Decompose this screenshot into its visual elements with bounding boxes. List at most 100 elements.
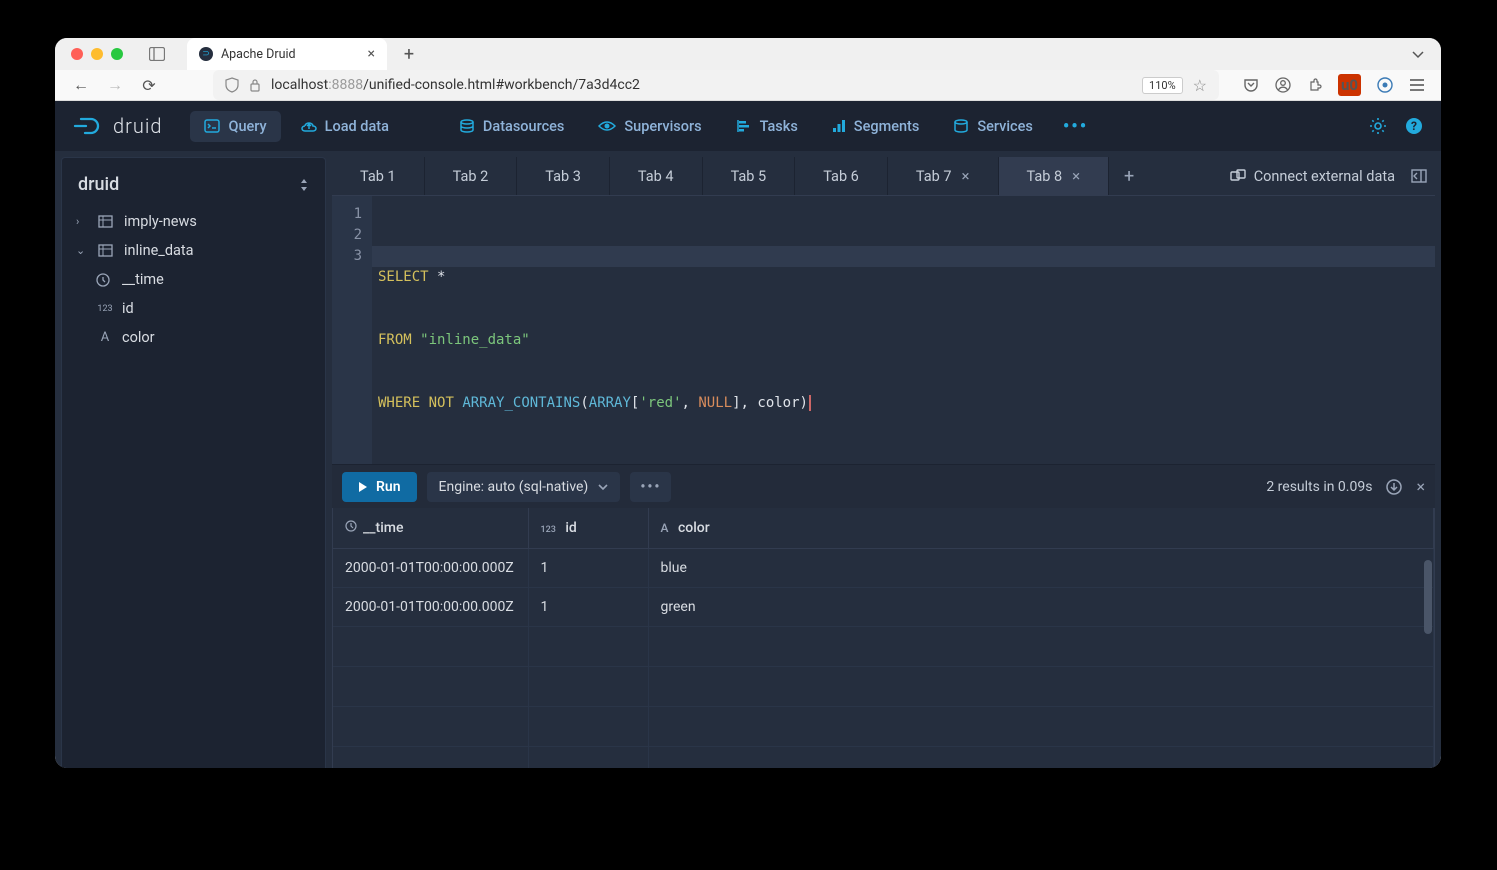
tree-column-id[interactable]: 123 id bbox=[62, 294, 325, 323]
close-tab-icon[interactable]: × bbox=[1072, 167, 1080, 185]
tabs-dropdown-icon[interactable] bbox=[1411, 49, 1425, 59]
empty-row bbox=[333, 627, 1434, 667]
engine-select[interactable]: Engine: auto (sql-native) bbox=[427, 472, 621, 502]
sql-editor[interactable]: 1 2 3 SELECT * FROM "inline_data" WHERE … bbox=[332, 195, 1435, 464]
zoom-badge[interactable]: 110% bbox=[1142, 77, 1183, 94]
table-row[interactable]: 2000-01-01T00:00:00.000Z 1 blue bbox=[333, 549, 1434, 588]
empty-row bbox=[333, 707, 1434, 747]
extensions-icon[interactable] bbox=[1307, 78, 1322, 93]
nav-tasks[interactable]: Tasks bbox=[722, 111, 812, 142]
clock-icon bbox=[345, 521, 357, 535]
tab-label: Tab 6 bbox=[823, 168, 859, 185]
text-cursor bbox=[809, 395, 811, 411]
tree-label: color bbox=[122, 329, 155, 346]
menu-icon[interactable] bbox=[1409, 78, 1425, 92]
token: , bbox=[682, 395, 699, 411]
code-area[interactable]: SELECT * FROM "inline_data" WHERE NOT AR… bbox=[372, 196, 1435, 464]
query-tab-5[interactable]: Tab 5 bbox=[703, 157, 796, 195]
query-tab-6[interactable]: Tab 6 bbox=[795, 157, 888, 195]
browser-toolbar-right: u0 bbox=[1243, 74, 1425, 96]
settings-icon[interactable] bbox=[1369, 117, 1387, 135]
panel-toggle-icon[interactable] bbox=[1411, 169, 1427, 183]
tab-label: Tab 5 bbox=[731, 168, 767, 185]
query-tab-4[interactable]: Tab 4 bbox=[610, 157, 703, 195]
close-tab-button[interactable]: × bbox=[368, 46, 375, 62]
more-actions-button[interactable]: ••• bbox=[630, 472, 671, 502]
nav-more-button[interactable]: ••• bbox=[1053, 116, 1098, 137]
pocket-icon[interactable] bbox=[1243, 78, 1259, 93]
address-bar[interactable]: localhost:8888/unified-console.html#work… bbox=[213, 70, 1219, 100]
query-tab-3[interactable]: Tab 3 bbox=[517, 157, 610, 195]
logo[interactable]: druid bbox=[73, 114, 162, 138]
bookmark-icon[interactable]: ☆ bbox=[1193, 76, 1207, 95]
column-header-color[interactable]: A color bbox=[648, 508, 1434, 549]
token: , color bbox=[741, 395, 800, 411]
minimize-window-button[interactable] bbox=[91, 48, 103, 60]
svg-text:?: ? bbox=[1411, 119, 1417, 133]
query-tab-1[interactable]: Tab 1 bbox=[332, 157, 425, 195]
link-icon bbox=[1230, 169, 1246, 183]
close-tab-icon[interactable]: × bbox=[961, 167, 969, 185]
query-tab-bar: Tab 1 Tab 2 Tab 3 Tab 4 Tab 5 Tab 6 Tab … bbox=[332, 157, 1435, 195]
nav-datasources[interactable]: Datasources bbox=[445, 111, 578, 142]
nav-services[interactable]: Services bbox=[939, 111, 1047, 142]
shield-icon bbox=[225, 77, 239, 93]
number-type-icon: 123 bbox=[96, 304, 114, 314]
sort-icon[interactable] bbox=[299, 178, 309, 192]
reload-button[interactable]: ⟳ bbox=[139, 76, 159, 95]
extension-icon[interactable] bbox=[1377, 77, 1393, 93]
keyword: SELECT bbox=[378, 269, 429, 285]
nav-query[interactable]: Query bbox=[190, 111, 280, 142]
cell-color: blue bbox=[648, 549, 1434, 588]
query-tab-7[interactable]: Tab 7× bbox=[888, 157, 999, 195]
account-icon[interactable] bbox=[1275, 77, 1291, 93]
tree-column-time[interactable]: __time bbox=[62, 265, 325, 294]
query-tab-8[interactable]: Tab 8× bbox=[999, 157, 1110, 195]
table-row[interactable]: 2000-01-01T00:00:00.000Z 1 green bbox=[333, 588, 1434, 627]
results-panel: __time 123 id A color 2000-01-01T00:00:0… bbox=[332, 508, 1435, 768]
browser-window: ⊃ Apache Druid × + ← → ⟳ localhost:8888/… bbox=[55, 38, 1441, 768]
tree-column-color[interactable]: A color bbox=[62, 323, 325, 352]
chevron-down-icon bbox=[598, 483, 608, 491]
lock-icon bbox=[249, 78, 261, 92]
ublock-icon[interactable]: u0 bbox=[1338, 74, 1361, 96]
tree-item-inline-data[interactable]: ⌄ inline_data bbox=[62, 236, 325, 265]
null-token: NULL bbox=[698, 395, 732, 411]
help-icon[interactable]: ? bbox=[1405, 117, 1423, 135]
browser-tab-active[interactable]: ⊃ Apache Druid × bbox=[187, 38, 387, 70]
scrollbar-thumb[interactable] bbox=[1424, 560, 1432, 634]
segments-icon bbox=[832, 119, 846, 133]
results-status: 2 results in 0.09s bbox=[1266, 479, 1372, 495]
column-header-time[interactable]: __time bbox=[333, 508, 528, 549]
add-query-tab-button[interactable]: + bbox=[1109, 157, 1149, 195]
maximize-window-button[interactable] bbox=[111, 48, 123, 60]
tree-item-imply-news[interactable]: › imply-news bbox=[62, 207, 325, 236]
tab-label: Tab 1 bbox=[360, 168, 396, 185]
logo-text: druid bbox=[113, 114, 162, 138]
datasource-icon bbox=[98, 215, 116, 228]
column-name: id bbox=[565, 520, 576, 536]
download-icon[interactable] bbox=[1386, 479, 1402, 495]
keyword: WHERE bbox=[378, 395, 420, 411]
empty-row bbox=[333, 667, 1434, 707]
column-header-id[interactable]: 123 id bbox=[528, 508, 648, 549]
column-name: color bbox=[678, 520, 710, 536]
close-results-icon[interactable]: × bbox=[1416, 477, 1425, 496]
connect-external-data-button[interactable]: Connect external data bbox=[1230, 168, 1395, 185]
window-controls bbox=[71, 48, 123, 60]
nav-load-data[interactable]: Load data bbox=[287, 111, 403, 142]
empty-row bbox=[333, 747, 1434, 769]
new-tab-button[interactable]: + bbox=[395, 40, 423, 68]
nav-segments-label: Segments bbox=[854, 118, 920, 135]
tab-label: Tab 3 bbox=[545, 168, 581, 185]
query-tab-2[interactable]: Tab 2 bbox=[425, 157, 518, 195]
run-button[interactable]: Run bbox=[342, 472, 417, 502]
forward-button[interactable]: → bbox=[105, 75, 125, 95]
close-window-button[interactable] bbox=[71, 48, 83, 60]
caret-right-icon: › bbox=[76, 215, 90, 228]
nav-segments[interactable]: Segments bbox=[818, 111, 934, 142]
url-bar: ← → ⟳ localhost:8888/unified-console.htm… bbox=[55, 70, 1441, 101]
nav-supervisors[interactable]: Supervisors bbox=[584, 111, 715, 142]
back-button[interactable]: ← bbox=[71, 75, 91, 95]
sidebar-toggle-icon[interactable] bbox=[149, 45, 167, 63]
